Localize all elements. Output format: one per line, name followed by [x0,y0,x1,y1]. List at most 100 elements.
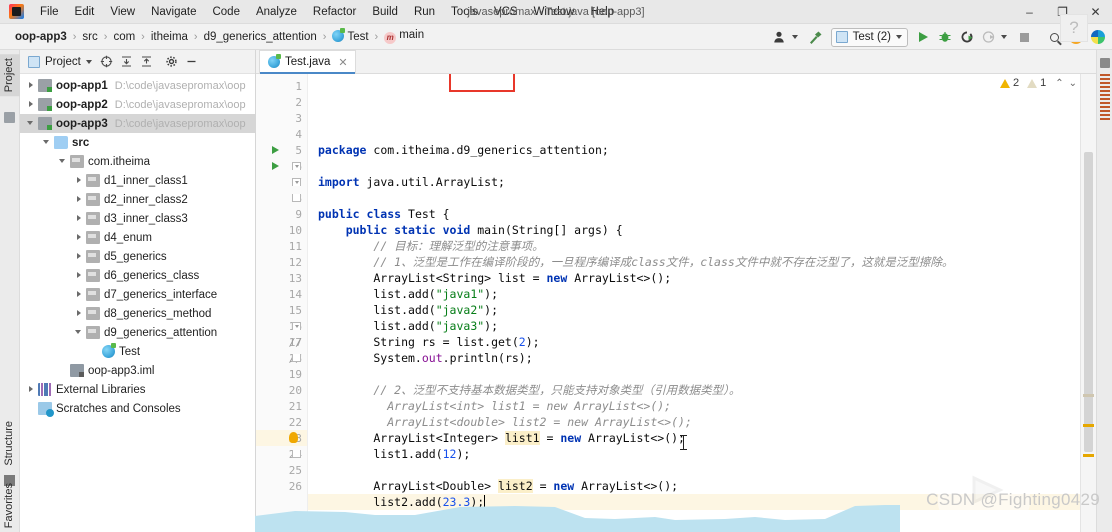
marker-weak-warning[interactable] [1083,394,1094,397]
gutter-line[interactable]: 11 [256,238,307,254]
tree-node-d3-inner-class3[interactable]: d3_inner_class3 [20,209,255,228]
gutter-line[interactable]: 1 [256,78,307,94]
tree-node-d5-generics[interactable]: d5_generics [20,247,255,266]
editor-tab-test-java[interactable]: Test.java ✕ [259,50,356,74]
code-line[interactable]: ArrayList<double> list2 = new ArrayList<… [318,414,1096,430]
code-line[interactable]: ArrayList<Double> list2 = new ArrayList<… [318,478,1096,494]
breadcrumb-item-class[interactable]: Test [329,28,371,44]
chevron-closed-icon[interactable] [26,99,37,110]
tree-node-oop-app3[interactable]: oop-app3 D:\code\javasepromax\oop [20,114,255,133]
hide-panel-button[interactable] [182,52,201,71]
settings-gear-button[interactable] [162,52,181,71]
maven-rail-icon[interactable] [1100,58,1110,68]
code-line[interactable]: list.add("java3"); [318,318,1096,334]
gutter-line[interactable]: 5 [256,142,307,158]
menu-navigate[interactable]: Navigate [143,2,204,22]
stop-button[interactable] [1014,27,1034,47]
tree-node-d9-generics-attention[interactable]: d9_generics_attention [20,323,255,342]
gutter-line[interactable]: 6 [256,158,307,174]
chevron-open-icon[interactable] [26,118,37,129]
tree-node-src[interactable]: src [20,133,255,152]
menu-analyze[interactable]: Analyze [248,2,305,22]
tree-node-d8-generics-method[interactable]: d8_generics_method [20,304,255,323]
gutter-line[interactable]: 19 [256,366,307,382]
profiler-button[interactable] [979,27,999,47]
project-panel-title[interactable]: Project [24,54,96,70]
chevron-closed-icon[interactable] [74,175,85,186]
run-with-coverage-button[interactable] [957,27,977,47]
menu-tools[interactable]: Tools [443,2,486,22]
code-line[interactable]: ArrayList<Integer> list1 = new ArrayList… [318,430,1096,446]
gutter-line[interactable]: 12 [256,254,307,270]
chevron-open-icon[interactable] [74,327,85,338]
tree-node-d4-enum[interactable]: d4_enum [20,228,255,247]
tool-window-tab-project[interactable]: Project [0,54,20,97]
run-button[interactable] [913,27,933,47]
chevron-closed-icon[interactable] [74,308,85,319]
next-problem-icon[interactable]: ⌄ [1068,78,1078,89]
code-fold-close-icon[interactable] [292,450,301,458]
tool-window-tab-structure[interactable]: Structure [0,417,20,470]
chevron-closed-icon[interactable] [26,384,37,395]
code-line[interactable]: ArrayList<String> list = new ArrayList<>… [318,270,1096,286]
gutter-line[interactable]: 13 [256,270,307,286]
gutter-line[interactable]: 7 [256,174,307,190]
tree-node-oop-app1[interactable]: oop-app1 D:\code\javasepromax\oop [20,76,255,95]
close-tab-icon[interactable]: ✕ [338,56,347,69]
code-line[interactable] [318,190,1096,206]
breadcrumb-item-project[interactable]: oop-app3 [12,30,70,44]
code-editor[interactable]: 1234567891011121314151617//18//192021222… [256,74,1096,532]
code-fold-close-icon[interactable] [292,194,301,202]
debug-button[interactable] [935,27,955,47]
collapse-all-button[interactable] [137,52,156,71]
tool-window-tab-favorites[interactable]: Favorites [0,479,20,532]
code-line[interactable]: // 1、泛型是工作在编译阶段的，一旦程序编译成class文件，class文件中… [318,254,1096,270]
expand-all-button[interactable] [117,52,136,71]
gutter-line[interactable]: 9 [256,206,307,222]
editor-vertical-scrollbar[interactable] [1082,102,1095,532]
code-fold-open-icon[interactable] [292,162,301,170]
gutter-line[interactable]: 15 [256,302,307,318]
locate-file-button[interactable] [97,52,116,71]
code-line[interactable]: package com.itheima.d9_generics_attentio… [318,142,1096,158]
menu-file[interactable]: File [32,2,67,22]
gutter-line[interactable]: 8 [256,190,307,206]
hammer-build-icon[interactable] [806,27,826,47]
run-gutter-icon[interactable] [272,146,279,154]
database-rail-icon[interactable] [1100,74,1110,120]
breadcrumb-item-com[interactable]: com [110,30,138,44]
breadcrumb-item-method[interactable]: m main [381,28,427,45]
code-line[interactable]: list.add("java1"); [318,286,1096,302]
code-line[interactable]: public static void main(String[] args) { [318,222,1096,238]
chevron-closed-icon[interactable] [74,289,85,300]
menu-code[interactable]: Code [204,2,248,22]
chevron-open-icon[interactable] [58,156,69,167]
tree-node-external-libraries[interactable]: External Libraries [20,380,255,399]
breadcrumb-item-itheima[interactable]: itheima [148,30,191,44]
gutter-line[interactable]: 4 [256,126,307,142]
user-avatar-icon[interactable] [770,27,790,47]
tree-node-oop-app3-iml[interactable]: oop-app3.iml [20,361,255,380]
menu-vcs[interactable]: VCS [486,2,526,22]
chevron-closed-icon[interactable] [74,213,85,224]
code-line[interactable]: list2.add(23.3); [308,494,1096,510]
tree-node-oop-app2[interactable]: oop-app2 D:\code\javasepromax\oop [20,95,255,114]
gutter-line[interactable]: 16 [256,318,307,334]
code-line[interactable]: public class Test { [318,206,1096,222]
code-line[interactable]: list.add("java2"); [318,302,1096,318]
tree-node-test[interactable]: Test [20,342,255,361]
editor-code-content[interactable]: package com.itheima.d9_generics_attentio… [308,74,1096,532]
gutter-line[interactable]: 18// [256,350,307,366]
gutter-line[interactable]: 17// [256,334,307,350]
tree-node-d2-inner-class2[interactable]: d2_inner_class2 [20,190,255,209]
code-fold-open-icon[interactable] [292,322,301,330]
code-line[interactable]: } [318,526,1096,532]
gutter-line[interactable]: 2 [256,94,307,110]
chevron-closed-icon[interactable] [74,232,85,243]
user-caret-icon[interactable] [791,35,798,39]
menu-window[interactable]: Window [526,2,583,22]
chevron-closed-icon[interactable] [26,80,37,91]
marker-warning-2[interactable] [1083,454,1094,457]
code-line[interactable] [318,366,1096,382]
ide-sphere-button[interactable] [1088,27,1108,47]
